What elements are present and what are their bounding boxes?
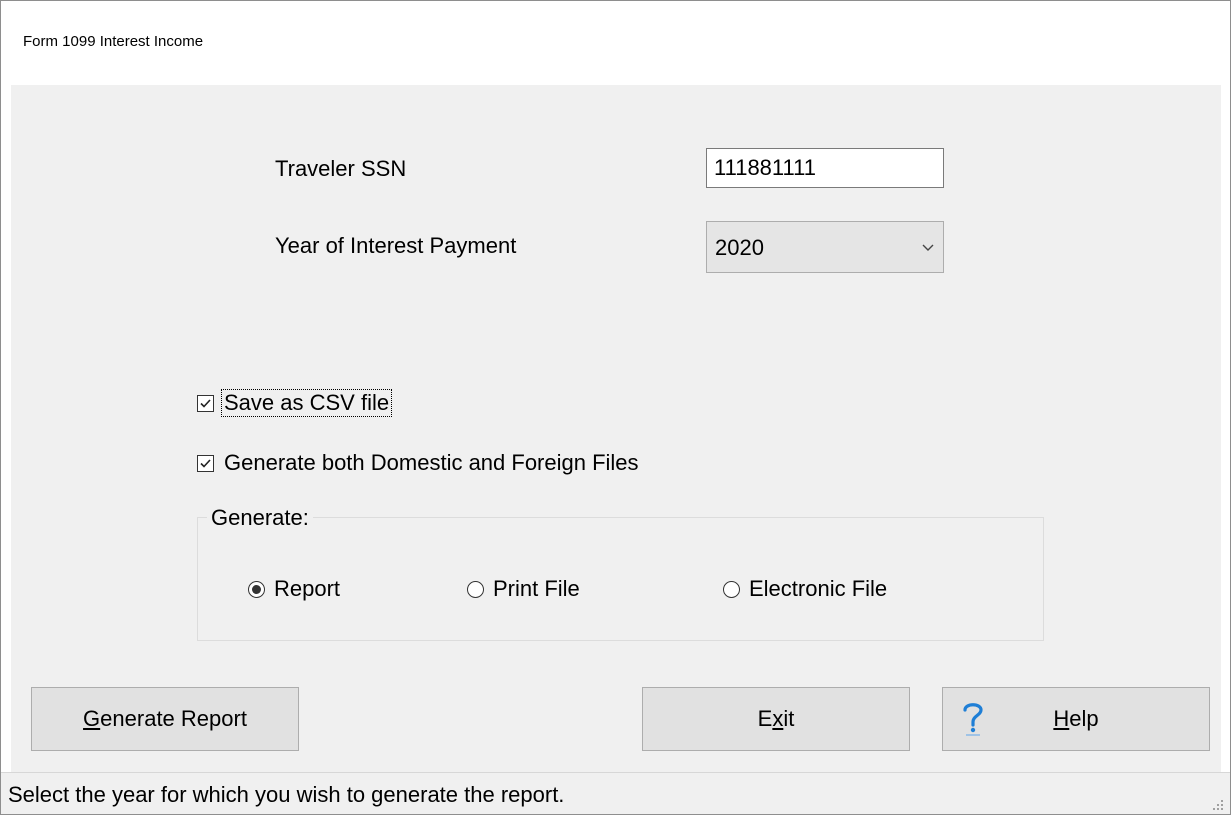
radio-report-button[interactable] <box>248 580 265 598</box>
chevron-down-icon <box>922 244 934 251</box>
save-csv-checkbox-row[interactable]: Save as CSV file <box>197 389 393 417</box>
help-button[interactable]: Help <box>942 687 1210 751</box>
generate-both-checkbox-row[interactable]: Generate both Domestic and Foreign Files <box>197 450 639 476</box>
radio-selected-dot <box>252 584 261 594</box>
ssn-input[interactable] <box>706 148 944 188</box>
radio-electronic-file[interactable]: Electronic File <box>723 576 887 602</box>
checkmark-icon <box>200 458 211 468</box>
form-1099-window: Form 1099 Interest Income Traveler SSN Y… <box>0 0 1231 815</box>
exit-button[interactable]: Exit <box>642 687 910 751</box>
form-panel <box>11 85 1221 772</box>
checkmark-icon <box>200 398 211 408</box>
save-csv-checkbox[interactable] <box>197 394 214 412</box>
title-bar[interactable]: Form 1099 Interest Income <box>1 1 1230 85</box>
resize-grip-icon[interactable] <box>1212 799 1224 811</box>
generate-report-label: Generate Report <box>83 706 247 731</box>
radio-print-file-button[interactable] <box>467 580 484 598</box>
generate-report-button[interactable]: Generate Report <box>31 687 299 751</box>
radio-report[interactable]: Report <box>248 576 340 602</box>
exit-label: Exit <box>757 706 795 731</box>
radio-electronic-file-label[interactable]: Electronic File <box>749 576 887 602</box>
help-label: Help <box>1053 706 1099 731</box>
window-title: Form 1099 Interest Income <box>23 33 204 50</box>
save-csv-label[interactable]: Save as CSV file <box>220 389 393 417</box>
generate-group-title: Generate: <box>207 505 313 531</box>
status-bar: Select the year for which you wish to ge… <box>1 772 1230 814</box>
radio-print-file-label[interactable]: Print File <box>493 576 580 602</box>
status-text: Select the year for which you wish to ge… <box>8 782 565 807</box>
generate-both-checkbox[interactable] <box>197 454 214 472</box>
year-label: Year of Interest Payment <box>275 233 517 258</box>
radio-electronic-file-button[interactable] <box>723 580 740 598</box>
year-dropdown-value: 2020 <box>715 235 764 260</box>
radio-print-file[interactable]: Print File <box>467 576 580 602</box>
year-dropdown[interactable]: 2020 <box>706 221 944 273</box>
question-mark-icon <box>963 703 983 736</box>
radio-report-label[interactable]: Report <box>274 576 340 602</box>
generate-both-label[interactable]: Generate both Domestic and Foreign Files <box>224 450 639 476</box>
ssn-label: Traveler SSN <box>275 156 407 181</box>
